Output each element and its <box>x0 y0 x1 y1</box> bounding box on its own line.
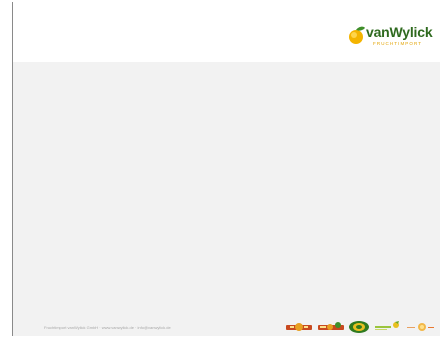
brand-logo-2-icon <box>318 321 344 333</box>
fruit-logo-icon <box>349 26 365 44</box>
vanwylick-logo: vanWylick FRUCHTIMPORT <box>347 24 439 54</box>
brand-logo-4-icon <box>375 321 405 333</box>
brand-logo-5-icon <box>407 321 437 333</box>
header: vanWylick FRUCHTIMPORT <box>13 2 440 62</box>
content-area <box>13 62 440 320</box>
brand-logo-1-icon <box>286 321 312 333</box>
brand-logo-3-icon <box>348 321 370 333</box>
logo-wordmark: vanWylick <box>366 24 433 40</box>
footer: Fruchtimport vanWylick GmbH · www.vanwyl… <box>13 318 440 336</box>
slide: vanWylick FRUCHTIMPORT Fruchtimport vanW… <box>12 2 440 336</box>
logo-subtitle: FRUCHTIMPORT <box>373 41 423 46</box>
footer-contact-text: Fruchtimport vanWylick GmbH · www.vanwyl… <box>44 325 171 330</box>
